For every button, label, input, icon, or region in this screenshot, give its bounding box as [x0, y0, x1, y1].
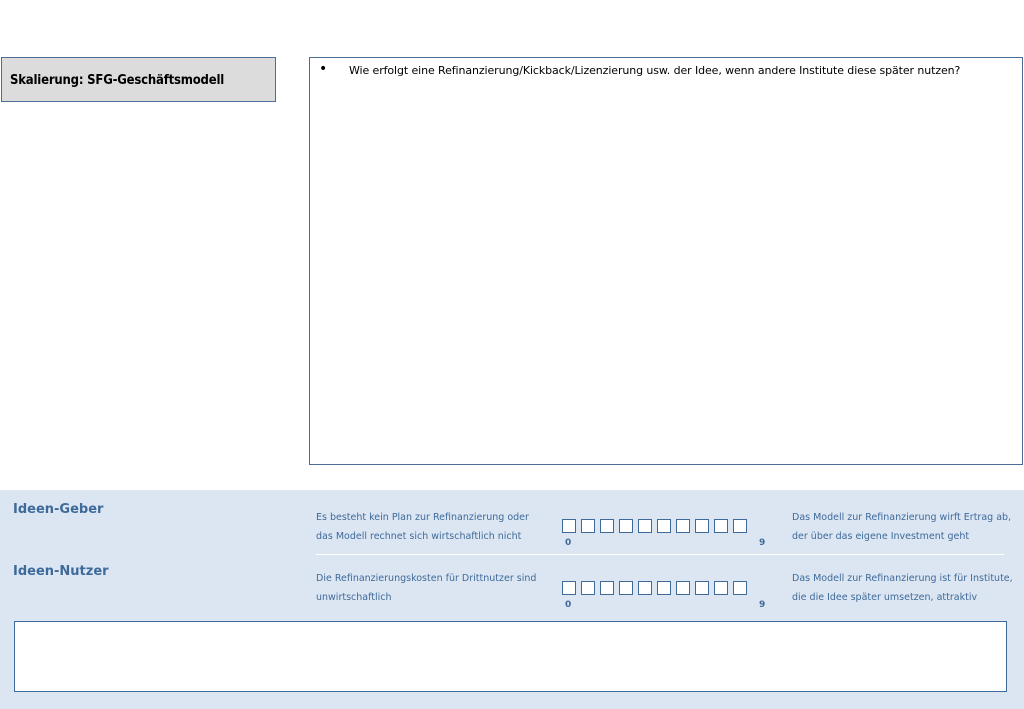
row1-right-description: Das Modell zur Refinanzierung wirft Ertr… [792, 512, 1012, 542]
row2-scale-max: 9 [759, 600, 766, 610]
bullet-icon: • [319, 61, 328, 77]
rating-checkbox[interactable] [714, 581, 728, 595]
row2-scale-min: 0 [565, 600, 572, 610]
rating-checkbox[interactable] [638, 581, 652, 595]
rating-checkbox[interactable] [600, 519, 614, 533]
row1-rating-scale [562, 519, 747, 533]
row-label-ideen-nutzer: Ideen-Nutzer [13, 564, 109, 579]
row1-scale-min: 0 [565, 538, 572, 548]
rating-checkbox[interactable] [733, 519, 747, 533]
rating-checkbox[interactable] [657, 519, 671, 533]
rating-checkbox[interactable] [657, 581, 671, 595]
row-divider [316, 554, 1004, 555]
question-textarea[interactable]: • Wie erfolgt eine Refinanzierung/Kickba… [309, 57, 1023, 465]
rating-checkbox[interactable] [676, 581, 690, 595]
row1-left-description: Es besteht kein Plan zur Refinanzierung … [316, 512, 529, 542]
rating-checkbox[interactable] [581, 519, 595, 533]
section-title: Skalierung: SFG-Geschäftsmodell [10, 73, 225, 88]
row2-rating-scale [562, 581, 747, 595]
row-label-ideen-geber: Ideen-Geber [13, 502, 104, 517]
row1-scale-max: 9 [759, 538, 766, 548]
row2-left-description: Die Refinanzierungskosten für Drittnutze… [316, 573, 537, 603]
question-text: Wie erfolgt eine Refinanzierung/Kickback… [349, 64, 961, 77]
row2-right-description: Das Modell zur Refinanzierung ist für In… [792, 573, 1013, 603]
rating-checkbox[interactable] [714, 519, 728, 533]
rating-checkbox[interactable] [619, 581, 633, 595]
rating-checkbox[interactable] [562, 519, 576, 533]
rating-checkbox[interactable] [676, 519, 690, 533]
rating-checkbox[interactable] [733, 581, 747, 595]
section-title-box: Skalierung: SFG-Geschäftsmodell [1, 57, 276, 102]
rating-checkbox[interactable] [695, 519, 709, 533]
rating-checkbox[interactable] [581, 581, 595, 595]
rating-checkbox[interactable] [600, 581, 614, 595]
notes-textarea[interactable] [14, 621, 1007, 692]
rating-checkbox[interactable] [638, 519, 652, 533]
rating-checkbox[interactable] [619, 519, 633, 533]
rating-checkbox[interactable] [695, 581, 709, 595]
rating-checkbox[interactable] [562, 581, 576, 595]
